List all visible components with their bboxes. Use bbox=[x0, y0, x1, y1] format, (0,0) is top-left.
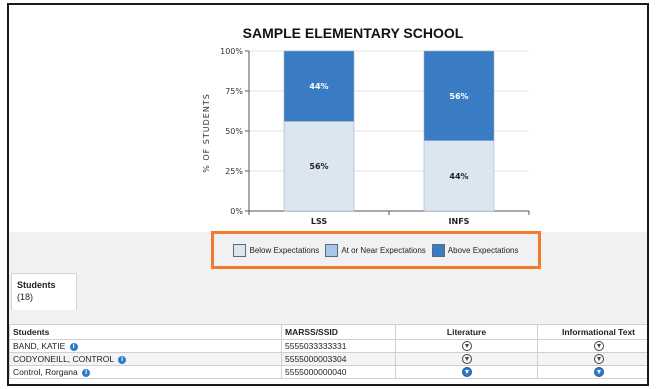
student-name-cell: CODYONEILL, CONTROL i bbox=[9, 352, 282, 366]
tab-students-count: (18) bbox=[17, 292, 34, 302]
data-label: 56% bbox=[309, 162, 328, 171]
legend-label-below: Below Expectations bbox=[249, 245, 320, 255]
student-name-cell: Control, Rorgana i bbox=[9, 365, 282, 379]
info-icon[interactable]: i bbox=[118, 355, 127, 364]
table-row: Control, Rorgana i 5555000000040 bbox=[9, 365, 647, 379]
student-id: 5555000000040 bbox=[281, 365, 396, 379]
student-id: 5555033333331 bbox=[281, 339, 396, 353]
chart-legend: Below Expectations At or Near Expectatio… bbox=[211, 231, 541, 269]
y-tick-label: 50% bbox=[225, 127, 243, 136]
legend-swatch-near bbox=[325, 243, 339, 257]
tab-students[interactable]: Students (18) bbox=[11, 273, 77, 312]
literature-cell bbox=[395, 339, 538, 353]
download-icon[interactable] bbox=[461, 354, 472, 365]
info-icon[interactable]: i bbox=[82, 368, 91, 377]
y-tick-label: 75% bbox=[225, 87, 243, 96]
data-label: 56% bbox=[449, 92, 468, 101]
table-row: BAND, KATIE i 5555033333331 bbox=[9, 339, 647, 353]
y-tick-label: 0% bbox=[230, 207, 243, 216]
legend-swatch-below bbox=[233, 243, 247, 257]
data-label: 44% bbox=[449, 172, 468, 181]
download-icon[interactable] bbox=[593, 354, 604, 365]
legend-swatch-above bbox=[431, 243, 445, 257]
informational-text-cell bbox=[537, 365, 647, 379]
legend-item-below[interactable]: Below Expectations bbox=[233, 243, 320, 257]
student-name[interactable]: CODYONEILL, CONTROL bbox=[13, 354, 114, 364]
grid-top-band bbox=[9, 310, 647, 324]
x-tick-label: INFS bbox=[449, 217, 470, 226]
informational-text-cell bbox=[537, 339, 647, 353]
header-literature[interactable]: Literature bbox=[395, 324, 538, 340]
student-id: 5555000003304 bbox=[281, 352, 396, 366]
legend-label-above: Above Expectations bbox=[447, 245, 519, 255]
literature-cell bbox=[395, 352, 538, 366]
download-icon-filled[interactable] bbox=[461, 367, 472, 378]
download-icon[interactable] bbox=[593, 341, 604, 352]
legend-label-near: At or Near Expectations bbox=[341, 245, 426, 255]
stacked-bar-chart: SAMPLE ELEMENTARY SCHOOL 0% 25% 50% 75% 100%%… bbox=[202, 25, 530, 226]
students-table: Students MARSS/SSID Literature Informati… bbox=[9, 324, 647, 379]
chart-area: SAMPLE ELEMENTARY SCHOOL 0% 25% 50% 75% 100%%… bbox=[9, 5, 647, 232]
tab-students-title: Students bbox=[17, 280, 56, 290]
y-tick-label: 100% bbox=[220, 47, 243, 56]
table-row: CODYONEILL, CONTROL i 5555000003304 bbox=[9, 352, 647, 366]
legend-item-above[interactable]: Above Expectations bbox=[431, 243, 519, 257]
table-header-row: Students MARSS/SSID Literature Informati… bbox=[9, 324, 647, 340]
y-tick-label: 25% bbox=[225, 167, 243, 176]
student-name[interactable]: Control, Rorgana bbox=[13, 367, 78, 377]
chart-title: SAMPLE ELEMENTARY SCHOOL bbox=[243, 25, 464, 41]
download-icon[interactable] bbox=[461, 341, 472, 352]
report-frame: SAMPLE ELEMENTARY SCHOOL 0% 25% 50% 75% 100%%… bbox=[7, 3, 649, 386]
header-students[interactable]: Students bbox=[9, 324, 282, 340]
header-informational-text[interactable]: Informational Text bbox=[537, 324, 647, 340]
literature-cell bbox=[395, 365, 538, 379]
tabs-band bbox=[9, 270, 647, 310]
info-icon[interactable]: i bbox=[69, 342, 78, 351]
informational-text-cell bbox=[537, 352, 647, 366]
x-tick-label: LSS bbox=[311, 217, 328, 226]
legend-item-near[interactable]: At or Near Expectations bbox=[325, 243, 426, 257]
data-label: 44% bbox=[309, 82, 328, 91]
student-name-cell: BAND, KATIE i bbox=[9, 339, 282, 353]
y-axis-label: % OF STUDENTS bbox=[202, 93, 211, 173]
header-marss-ssid[interactable]: MARSS/SSID bbox=[281, 324, 396, 340]
download-icon-filled[interactable] bbox=[593, 367, 604, 378]
student-name[interactable]: BAND, KATIE bbox=[13, 341, 65, 351]
